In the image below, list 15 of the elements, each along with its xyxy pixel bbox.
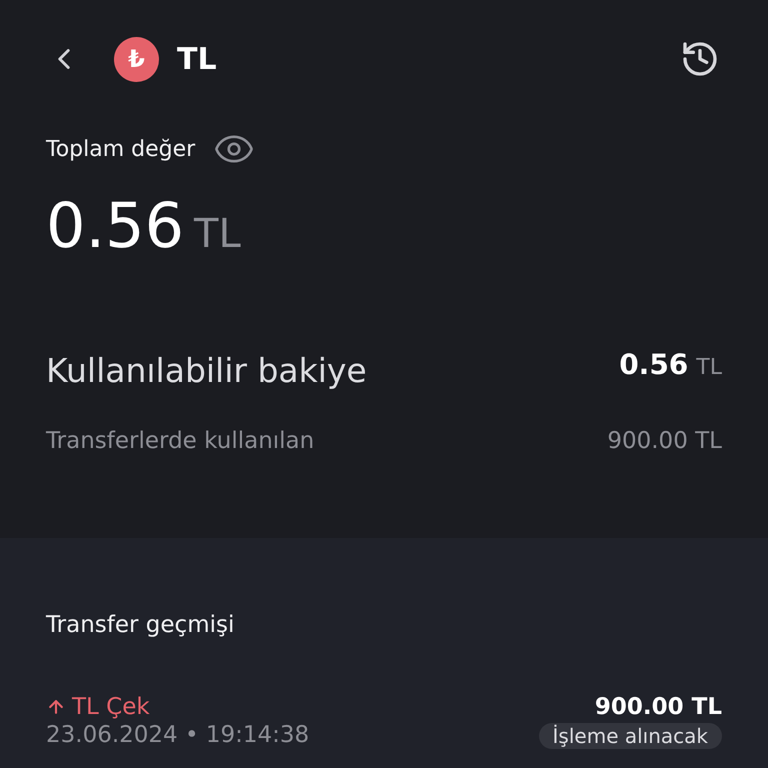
total-unit: TL	[194, 210, 241, 259]
balance-label: Transferlerde kullanılan	[46, 426, 314, 456]
transfer-time: 23.06.2024 • 19:14:38	[46, 720, 310, 748]
balance-label: Kullanılabilir bakiye	[46, 350, 367, 392]
page-title: TL	[177, 40, 217, 78]
total-amount: 0.56	[46, 188, 184, 264]
balance-unit: TL	[696, 354, 722, 382]
history-title: Transfer geçmişi	[46, 611, 236, 640]
currency-logo: ₺	[114, 36, 159, 82]
balance-amount: 0.56	[619, 346, 688, 383]
transfer-amount: 900.00 TL	[594, 692, 722, 720]
total-label: Toplam değer	[46, 136, 196, 164]
transfer-type: TL Çek	[72, 692, 150, 720]
status-badge: İşleme alınacak	[538, 722, 722, 748]
balance-amount: 900.00 TL	[607, 426, 722, 456]
